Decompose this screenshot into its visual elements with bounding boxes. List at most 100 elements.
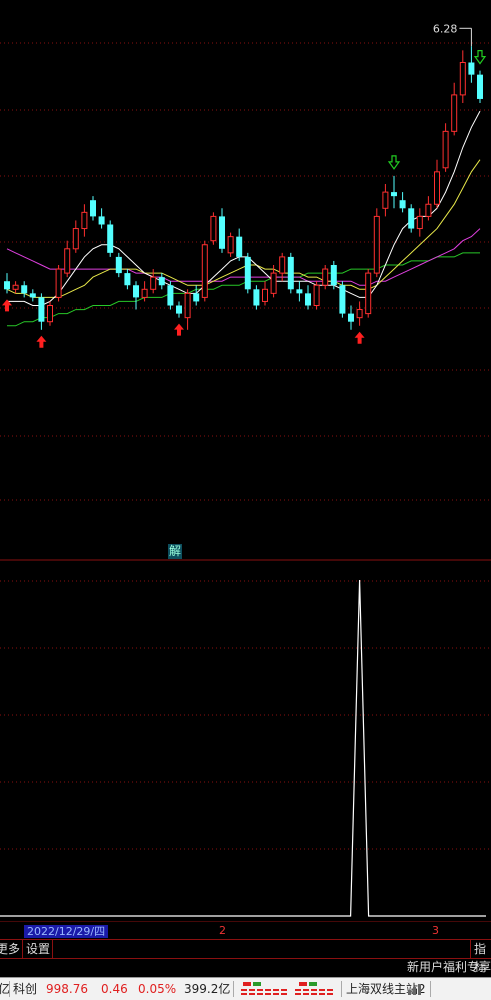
candle-body xyxy=(322,268,329,286)
status-divider xyxy=(9,981,10,997)
candle-body xyxy=(176,305,182,314)
candle-body xyxy=(313,284,320,306)
index-name[interactable]: 科创 xyxy=(13,978,37,1000)
candle-body xyxy=(47,305,53,323)
candle xyxy=(322,265,329,290)
candle xyxy=(12,281,19,294)
candle xyxy=(468,46,475,83)
candle xyxy=(90,196,96,221)
signal-strength-icon xyxy=(408,984,421,995)
market-breadth-icon xyxy=(241,982,333,995)
candle-body xyxy=(365,272,372,315)
candle xyxy=(29,289,36,302)
candle-body xyxy=(158,277,165,286)
candle xyxy=(38,293,45,330)
candle-body xyxy=(459,62,466,96)
candle xyxy=(98,208,105,229)
candle-body xyxy=(262,288,268,302)
candle xyxy=(253,285,260,310)
candle-body xyxy=(287,256,294,290)
candle-body xyxy=(98,216,105,225)
candle xyxy=(47,301,53,326)
candle-body xyxy=(382,191,389,209)
candle xyxy=(365,269,372,318)
candle-body xyxy=(391,192,397,197)
candle xyxy=(296,281,303,302)
candle-body xyxy=(477,74,483,99)
candle xyxy=(477,70,483,103)
candlesticks xyxy=(4,46,483,330)
candle xyxy=(158,273,165,290)
candle xyxy=(399,192,406,213)
unlock-button[interactable]: 解 xyxy=(168,544,182,559)
candle-body xyxy=(279,256,286,274)
kline-chart[interactable]: 6.28 xyxy=(0,0,491,922)
status-bar: 亿 科创 998.76 0.46 0.05% 399.2亿 上海双线主站2 xyxy=(0,977,491,1000)
candle-body xyxy=(72,228,79,250)
signal-arrows xyxy=(2,50,487,348)
tab-indicator[interactable]: 指标 xyxy=(474,940,491,974)
candle-body xyxy=(434,171,440,205)
candle-body xyxy=(29,293,36,298)
cursor-date: 2022/12/29/四 xyxy=(24,925,109,938)
candle-body xyxy=(330,265,337,286)
candle-body xyxy=(38,297,45,322)
candle xyxy=(442,123,449,172)
candle-body xyxy=(107,224,114,253)
candle-body xyxy=(425,203,432,217)
candle-body xyxy=(399,200,406,209)
candle xyxy=(201,240,208,302)
candle xyxy=(287,252,294,294)
tab-more[interactable]: 更多 xyxy=(0,940,20,958)
candle xyxy=(348,305,354,330)
candle xyxy=(193,285,200,306)
candle xyxy=(210,212,217,245)
candle-body xyxy=(4,281,10,290)
candle-body xyxy=(184,292,191,319)
indicator-panel xyxy=(0,579,486,917)
candle xyxy=(382,184,389,217)
candle xyxy=(81,204,88,237)
tab-divider xyxy=(22,940,23,958)
candle xyxy=(459,50,466,103)
candle-body xyxy=(150,276,157,290)
candle-body xyxy=(12,284,19,290)
candle xyxy=(434,159,440,209)
tab-divider xyxy=(470,940,471,958)
candle xyxy=(55,265,62,302)
candle xyxy=(115,252,122,278)
chart-grid xyxy=(0,42,491,922)
buy-arrow-icon xyxy=(354,331,365,344)
candle-body xyxy=(305,293,311,306)
candle-body xyxy=(356,309,363,319)
candle xyxy=(219,208,225,253)
bottom-tab-bar: 更多 设置 指标 xyxy=(0,939,491,974)
candle-body xyxy=(115,256,122,274)
tab-settings[interactable]: 设置 xyxy=(26,940,50,958)
candle-body xyxy=(21,285,28,294)
candle xyxy=(373,208,380,278)
candle-body xyxy=(124,273,131,286)
candle-body xyxy=(55,268,62,298)
axis-month-mark: 2 xyxy=(219,924,226,937)
sell-arrow-icon xyxy=(387,155,401,170)
index-change: 0.46 xyxy=(101,982,128,996)
candle-body xyxy=(244,256,251,290)
candle-body xyxy=(442,130,449,169)
candle xyxy=(227,232,234,257)
candle xyxy=(72,220,79,253)
candle xyxy=(391,175,397,209)
ma-white-line xyxy=(7,110,481,306)
candle xyxy=(262,281,268,306)
candle-body xyxy=(90,200,96,217)
max-price-label: 6.28 xyxy=(433,22,458,35)
candle-body xyxy=(167,285,174,306)
candle xyxy=(244,252,251,294)
candle xyxy=(416,208,423,237)
candle-body xyxy=(253,289,260,306)
promo-notice[interactable]: 新用户福利专享 xyxy=(407,958,491,976)
candle xyxy=(236,228,243,261)
candle-body xyxy=(210,215,217,242)
candle-body xyxy=(201,244,208,298)
candle-body xyxy=(141,288,148,298)
